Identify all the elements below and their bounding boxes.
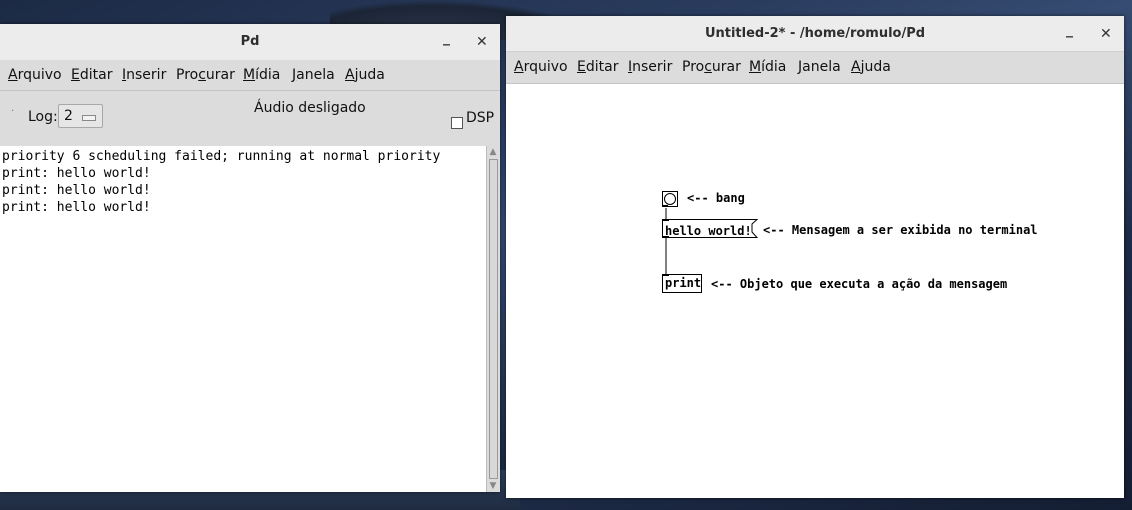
dsp-label: DSP [466,110,495,126]
patch-titlebar[interactable]: Untitled-2* - /home/romulo/Pd _ ✕ [506,16,1124,52]
bang-circle-icon [664,193,676,205]
log-level-select[interactable]: 2 [58,104,103,128]
dsp-checkbox[interactable] [451,117,463,129]
console-scrollbar[interactable]: ▲ ▼ [486,146,500,492]
patch-canvas[interactable]: <-- bang hello world! <-- Mensagem a ser… [506,84,1124,498]
menu-ajuda[interactable]: Ajuda [851,59,891,75]
menu-arquivo[interactable]: Arquivo [8,67,62,83]
console-toolbar: · Log: 2 Áudio desligado DSP [0,91,500,146]
menu-inserir-label: Inserir [122,67,167,83]
pd-console-titlebar[interactable]: Pd _ ✕ [0,24,500,61]
patch-window-title: Untitled-2* - /home/romulo/Pd [704,26,926,41]
scroll-down-icon[interactable]: ▼ [488,481,498,491]
menu-arquivo-label: Arquivo [514,59,568,75]
log-label: Log: [28,109,58,125]
patch-connections [665,208,667,274]
menu-arquivo[interactable]: Arquivo [514,59,568,75]
menu-inserir-label: Inserir [628,59,673,75]
log-dot: · [11,106,15,117]
pd-console-window: Pd _ ✕ Arquivo Editar Inserir Procurar M… [0,24,500,492]
menu-bar: Arquivo Editar Inserir Procurar Mídia Ja… [0,60,500,91]
comment-print: <-- Objeto que executa a ação da mensage… [711,277,1008,291]
print-object[interactable]: print [662,274,702,293]
comment-bang: <-- bang [687,191,745,205]
close-button[interactable]: ✕ [1100,26,1112,42]
menu-ajuda-label: Ajuda [345,67,385,83]
console-line: print: hello world! [2,183,151,198]
menu-janela[interactable]: Janela [798,59,841,75]
menu-procurar-label: Procurar [176,67,235,83]
menu-inserir[interactable]: Inserir [122,67,166,83]
window-title: Pd [240,34,260,49]
menu-janela[interactable]: Janela [292,67,335,83]
minimize-button[interactable]: _ [1066,22,1073,38]
menu-arquivo-label: Arquivo [8,67,62,83]
minimize-button[interactable]: _ [443,30,450,46]
menu-bar: Arquivo Editar Inserir Procurar Mídia Ja… [506,52,1124,84]
bang-object[interactable] [662,191,678,207]
comment-message: <-- Mensagem a ser exibida no terminal [763,223,1038,237]
scroll-up-icon[interactable]: ▲ [488,147,498,157]
menu-midia-label: Mídia [749,59,787,75]
console-line: print: hello world! [2,200,151,215]
console-line: priority 6 scheduling failed; running at… [2,149,441,164]
log-level-value: 2 [64,108,73,124]
message-box[interactable]: hello world! [662,219,758,238]
menu-ajuda[interactable]: Ajuda [345,67,385,83]
menu-editar[interactable]: Editar [71,67,112,83]
menu-midia[interactable]: Mídia [243,67,280,83]
menu-procurar[interactable]: Procurar [682,59,741,75]
menu-midia[interactable]: Mídia [749,59,786,75]
menu-editar[interactable]: Editar [577,59,618,75]
menu-editar-label: Editar [71,67,113,83]
menu-janela-label: Janela [798,59,841,75]
close-button[interactable]: ✕ [476,34,488,50]
console-output[interactable]: priority 6 scheduling failed; running at… [0,148,486,492]
menu-editar-label: Editar [577,59,619,75]
menu-midia-label: Mídia [243,67,281,83]
select-handle-icon [82,115,96,121]
outlet-icon [662,205,668,207]
console-line: print: hello world! [2,166,151,181]
menu-inserir[interactable]: Inserir [628,59,672,75]
menu-janela-label: Janela [292,67,335,83]
audio-status: Áudio desligado [254,100,366,116]
print-object-text: print [665,276,702,290]
menu-ajuda-label: Ajuda [851,59,891,75]
menu-procurar-label: Procurar [682,59,741,75]
message-box-text: hello world! [665,224,752,238]
patch-window: Untitled-2* - /home/romulo/Pd _ ✕ Arquiv… [506,16,1124,498]
menu-procurar[interactable]: Procurar [176,67,235,83]
scroll-thumb[interactable] [489,159,498,479]
